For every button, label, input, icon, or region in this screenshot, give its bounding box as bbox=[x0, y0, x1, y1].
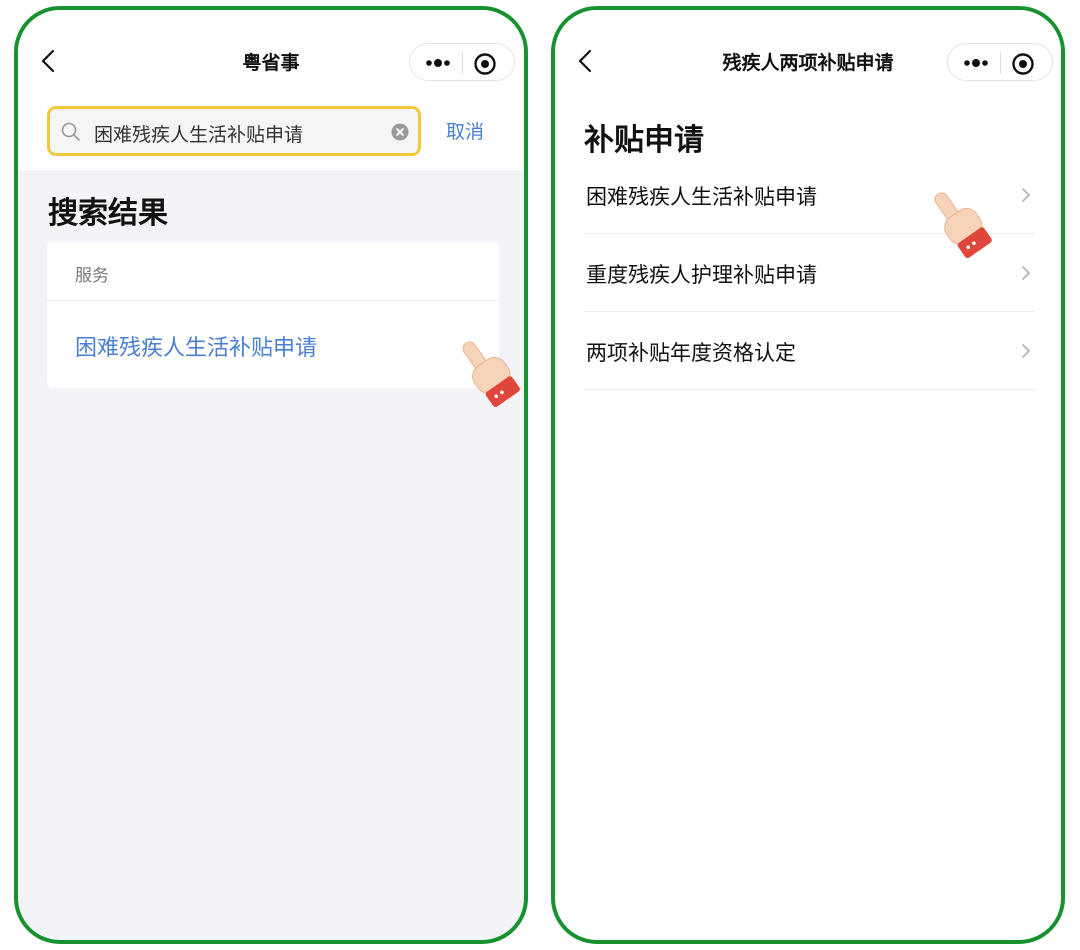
close-target-icon[interactable] bbox=[1010, 51, 1036, 77]
search-bar: 困难残疾人生活补贴申请 取消 bbox=[18, 104, 524, 170]
result-link[interactable]: 困难残疾人生活补贴申请 bbox=[75, 330, 317, 362]
menu-item-annual-qualification[interactable]: 两项补贴年度资格认定 bbox=[584, 312, 1035, 390]
page-title: 补贴申请 bbox=[584, 123, 704, 158]
mini-program-capsule bbox=[409, 43, 515, 81]
results-card: 服务 困难残疾人生活补贴申请 bbox=[47, 242, 499, 388]
menu-item-label: 两项补贴年度资格认定 bbox=[586, 341, 796, 365]
search-screen: 粤省事 困难残疾人生活补贴申请 取消 搜索结果 服务 困难残疾人生活补贴申请 bbox=[14, 6, 528, 944]
search-icon bbox=[61, 122, 80, 141]
capsule-divider bbox=[462, 52, 463, 74]
search-results-title: 搜索结果 bbox=[48, 196, 168, 231]
close-target-icon[interactable] bbox=[472, 51, 498, 77]
chevron-right-icon bbox=[1022, 188, 1030, 202]
subsidy-screen: 残疾人两项补贴申请 补贴申请 困难残疾人生活补贴申请 重度残疾人护理补贴申请 两… bbox=[551, 6, 1065, 944]
capsule-divider bbox=[1000, 52, 1001, 74]
cancel-button[interactable]: 取消 bbox=[446, 117, 484, 144]
mini-program-capsule bbox=[947, 43, 1053, 81]
search-value: 困难残疾人生活补贴申请 bbox=[94, 124, 304, 146]
more-dots-icon[interactable] bbox=[420, 50, 456, 76]
card-header: 服务 bbox=[47, 242, 499, 301]
menu-item-label: 重度残疾人护理补贴申请 bbox=[586, 263, 817, 287]
menu-item-label: 困难残疾人生活补贴申请 bbox=[586, 185, 817, 209]
chevron-right-icon bbox=[1022, 266, 1030, 280]
nav-bar: 残疾人两项补贴申请 bbox=[555, 10, 1061, 104]
pointing-hand-icon bbox=[934, 192, 992, 259]
nav-bar: 粤省事 bbox=[18, 10, 524, 104]
search-input[interactable]: 困难残疾人生活补贴申请 bbox=[47, 106, 421, 156]
clear-icon[interactable] bbox=[390, 122, 410, 142]
card-category-label: 服务 bbox=[75, 266, 109, 286]
more-dots-icon[interactable] bbox=[958, 50, 994, 76]
chevron-right-icon bbox=[1022, 344, 1030, 358]
pointing-hand-icon bbox=[462, 341, 520, 408]
